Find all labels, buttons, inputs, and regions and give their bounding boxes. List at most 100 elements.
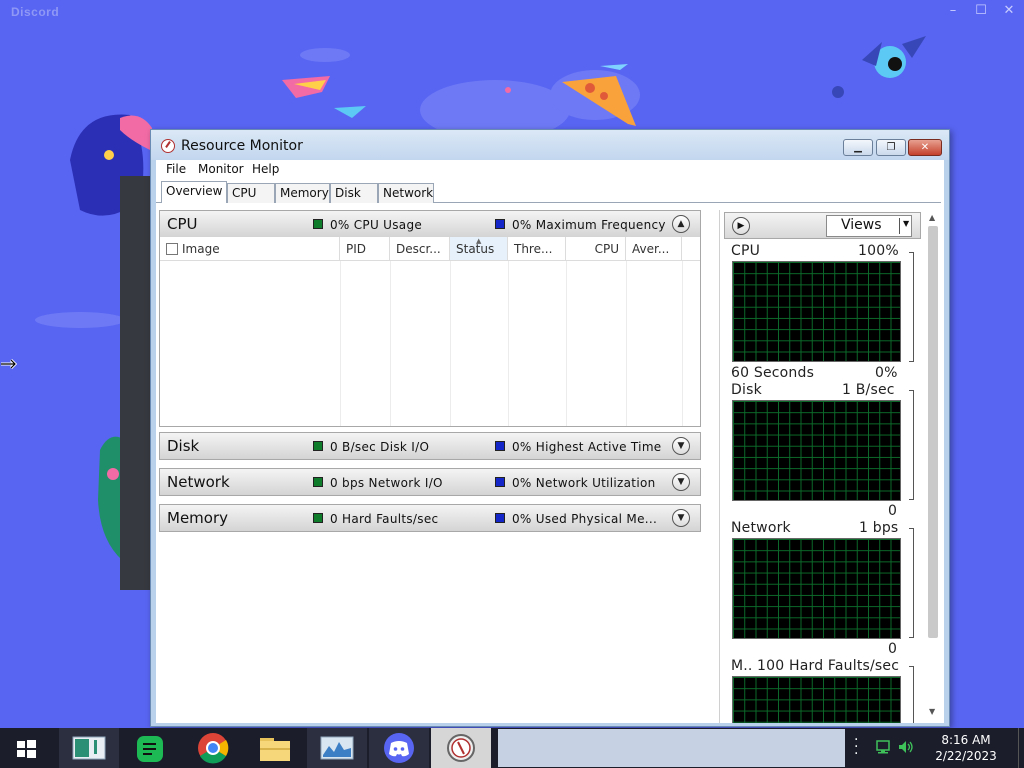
physical-memory-stat: 0% Used Physical Me... [512,512,658,526]
cpu-graph-min: 0% [875,365,898,381]
menu-file[interactable]: File [166,162,186,176]
cpu-frequency-stat: 0% Maximum Frequency [512,218,666,232]
taskbar: · · · 8:16 AM 2/22/2023 [0,728,1024,768]
blue-legend-square [495,441,505,451]
column-header-cpu[interactable]: CPU [566,237,626,261]
column-header-pid[interactable]: PID [340,237,390,261]
network-graph-min: 0 [888,641,898,657]
menu-help[interactable]: Help [252,162,279,176]
green-legend-square [313,513,323,523]
show-desktop-button[interactable] [1018,728,1024,768]
network-io-stat: 0 bps Network I/O [330,476,443,490]
network-utilization-stat: 0% Network Utilization [512,476,656,490]
network-icon[interactable] [875,740,891,754]
disk-active-time-stat: 0% Highest Active Time [512,440,662,454]
column-header-average-cpu[interactable]: Aver... [626,237,682,261]
cpu-section-title: CPU [167,215,198,233]
disk-section-title: Disk [167,437,200,455]
minimize-button[interactable]: ▁ [843,139,873,156]
clock-time[interactable]: 8:16 AM [932,733,1000,747]
bird-illustration [282,76,330,98]
blue-legend-square [495,513,505,523]
memory-graph-label: M.. [731,658,753,674]
restore-button[interactable]: ❐ [876,139,906,156]
cpu-graph [732,261,901,362]
title-bar[interactable]: Resource Monitor ▁ ❐ ✕ [151,130,949,160]
chrome-icon [198,733,229,764]
taskbar-app-chrome[interactable] [183,728,243,768]
blue-legend-square [495,477,505,487]
start-button[interactable] [0,728,54,768]
memory-section-title: Memory [167,509,229,527]
performance-monitor-icon [320,736,354,760]
sort-ascending-icon: ▲ [476,237,482,245]
chevron-down-icon[interactable]: ▼ [672,509,690,527]
views-bar: ▶ Views ▼ [724,212,921,239]
chevron-right-icon[interactable]: ▶ [732,217,750,235]
network-graph-label: Network [731,520,791,536]
clock-date[interactable]: 2/22/2023 [932,749,1000,763]
tab-bar: Overview CPU Memory Disk Network [156,181,944,203]
cpu-usage-stat: 0% CPU Usage [330,218,423,232]
tab-cpu[interactable]: CPU [227,183,275,203]
green-legend-square [313,219,323,229]
resource-monitor-window: Resource Monitor ▁ ❐ ✕ File Monitor Help… [150,129,950,727]
column-header-description[interactable]: Descr... [390,237,450,261]
taskbar-empty-area [498,729,845,767]
select-all-checkbox[interactable] [166,243,178,255]
network-section-header[interactable]: Network 0 bps Network I/O 0% Network Uti… [159,468,701,496]
cpu-graph-label: CPU [731,243,761,259]
network-graph-max: 1 bps [859,520,899,536]
tab-disk[interactable]: Disk [330,183,378,203]
windows-logo-icon [17,740,36,758]
window-client-area: File Monitor Help Overview CPU Memory Di… [156,160,944,723]
disk-graph-max: 1 B/sec [842,382,895,398]
network-section-title: Network [167,473,230,491]
chevron-up-icon[interactable]: ▲ [672,215,690,233]
taskbar-app-resource-monitor[interactable] [307,728,367,768]
taskbar-app-tablet[interactable] [59,728,119,768]
menu-monitor[interactable]: Monitor [198,162,244,176]
folder-icon [260,738,290,761]
graphs-pane: ▶ Views ▼ CPU 100% 60 Seconds 0% Disk 1 … [719,210,944,723]
disk-graph-min: 0 [888,503,898,519]
vertical-scrollbar[interactable]: ▲ ▼ [925,210,943,723]
hard-faults-stat: 0 Hard Faults/sec [330,512,439,526]
volume-icon[interactable] [898,740,914,754]
cpu-graph-time-span: 60 Seconds [731,365,815,381]
disk-graph [732,400,901,501]
resize-cursor-icon [1,358,18,370]
dropdown-arrow-icon: ▼ [903,219,910,228]
tab-network[interactable]: Network [378,183,434,203]
scroll-up-icon[interactable]: ▲ [929,213,935,222]
disk-graph-label: Disk [731,382,762,398]
memory-graph-max: 100 Hard Faults/sec [757,658,900,674]
column-header-threads[interactable]: Thre... [508,237,566,261]
discord-icon [384,733,414,763]
menu-bar: File Monitor Help [156,160,944,180]
disk-section-header[interactable]: Disk 0 B/sec Disk I/O 0% Highest Active … [159,432,701,460]
chevron-down-icon[interactable]: ▼ [672,473,690,491]
green-legend-square [313,477,323,487]
blue-legend-square [495,219,505,229]
tab-overview[interactable]: Overview [161,181,227,203]
scroll-down-icon[interactable]: ▼ [929,707,935,716]
notes-app-icon [137,736,163,762]
column-header-image[interactable]: Image [160,237,340,261]
tray-overflow-icon[interactable]: · · · [854,733,858,761]
taskbar-app-discord[interactable] [369,728,429,768]
green-legend-square [313,441,323,451]
taskbar-app-notes[interactable] [121,728,181,768]
close-button[interactable]: ✕ [908,139,942,156]
memory-section-header[interactable]: Memory 0 Hard Faults/sec 0% Used Physica… [159,504,701,532]
active-app-icon [447,734,475,762]
cpu-graph-max: 100% [858,243,899,259]
tab-memory[interactable]: Memory [275,183,330,203]
chevron-down-icon[interactable]: ▼ [672,437,690,455]
views-dropdown-button[interactable]: Views ▼ [826,215,912,237]
window-title: Resource Monitor [181,138,303,154]
taskbar-app-file-explorer[interactable] [245,728,305,768]
taskbar-app-active[interactable] [431,728,491,768]
cpu-section-header[interactable]: CPU 0% CPU Usage 0% Maximum Frequency ▲ [159,210,701,238]
scrollbar-thumb[interactable] [928,226,938,638]
